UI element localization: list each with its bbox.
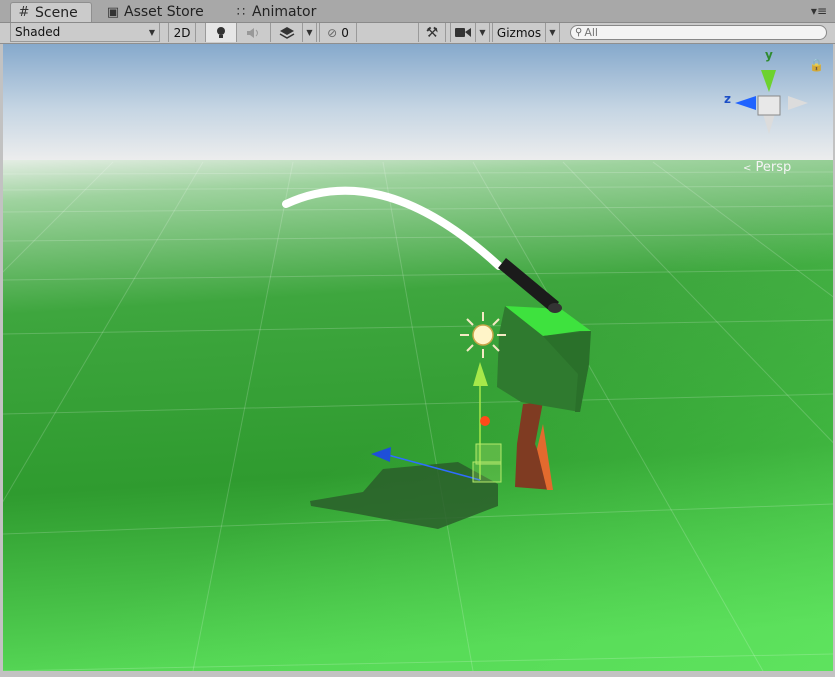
ground-light [3,160,833,671]
chevron-down-icon: ▼ [549,28,556,37]
scene-search-field[interactable]: ⚲ [570,25,827,40]
scene-viewport[interactable]: y z 🔒 < Persp [3,44,833,671]
audio-toggle[interactable] [237,23,271,42]
scene-toolbar: Shaded ▼ 2D ▼ ⊘ 0 ⚒ ▼ Gizmos ▼ ⚲ All [0,23,835,44]
lighting-toggle[interactable] [205,23,237,42]
chevron-down-icon: ▼ [479,28,486,37]
scene-render [3,44,833,671]
grid-icon: # [18,5,30,20]
tab-label: Asset Store [124,4,204,20]
wrench-icon: ⚒ [425,24,439,41]
layers-icon [279,26,294,39]
tab-bar: # Scene ▣ Asset Store ∷ Animator ▾≡ [0,0,835,23]
projection-label: Persp [755,160,792,175]
toggle-2d-button[interactable]: 2D [168,23,196,42]
x-axis-handle [480,416,490,426]
chevron-down-icon: ▼ [148,27,155,37]
lock-icon[interactable]: 🔒 [809,58,824,72]
tab-asset-store[interactable]: ▣ Asset Store [100,2,224,22]
lightbulb-icon [217,26,225,38]
camera-dropdown[interactable]: ▼ [476,23,490,42]
chevron-down-icon: ▼ [306,28,313,37]
tools-toggle[interactable]: ⚒ [418,23,446,42]
speaker-icon [246,27,258,38]
eye-off-icon: ⊘ [327,25,338,40]
sky [3,44,833,162]
draw-mode-dropdown[interactable]: Shaded ▼ [10,23,160,42]
persp-icon: < [743,163,752,174]
toggle-2d-label: 2D [173,25,191,40]
effects-toggle[interactable] [271,23,303,42]
gizmos-label: Gizmos [496,25,542,40]
camera-settings-button[interactable] [450,23,476,42]
tab-label: Scene [35,4,78,21]
gizmos-dropdown[interactable]: ▼ [546,23,560,42]
camera-icon [455,28,471,37]
tab-animator[interactable]: ∷ Animator [228,2,338,22]
gizmos-button[interactable]: Gizmos [492,23,546,42]
window-menu-icon[interactable]: ▾≡ [811,4,827,18]
store-icon: ▣ [106,4,120,20]
animator-icon: ∷ [236,4,246,20]
cannon-base [548,303,562,313]
tab-scene[interactable]: # Scene [10,2,92,22]
plane-handle [475,443,502,465]
axis-y-label: y [765,48,773,62]
draw-mode-value: Shaded [15,25,61,39]
axis-z-label: z [724,92,731,106]
effects-dropdown[interactable]: ▼ [303,23,317,42]
tab-label: Animator [252,4,317,20]
hidden-count: 0 [341,25,349,40]
hidden-objects-toggle[interactable]: ⊘ 0 [319,23,357,42]
projection-toggle[interactable]: < Persp [743,160,791,175]
search-icon: ⚲ [575,27,583,38]
search-input[interactable] [582,26,807,39]
